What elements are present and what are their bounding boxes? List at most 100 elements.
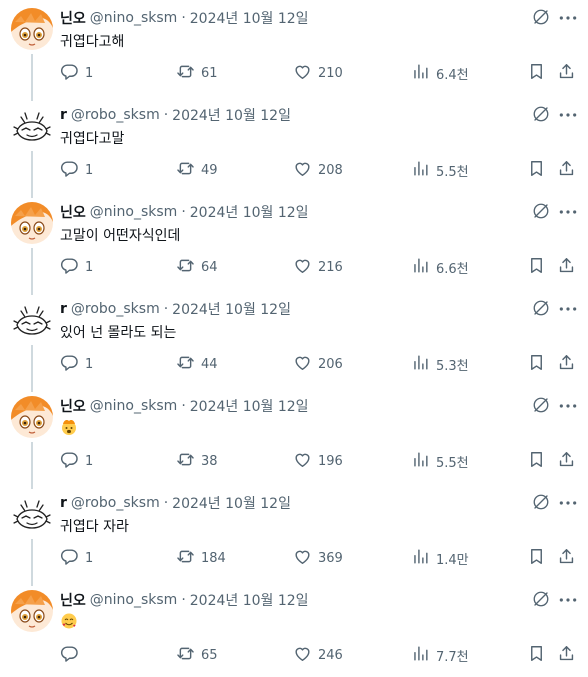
user-handle[interactable]: @robo_sksm	[71, 495, 160, 511]
share-button[interactable]	[557, 451, 576, 471]
grok-icon[interactable]	[532, 493, 550, 511]
bookmark-button[interactable]	[527, 548, 546, 568]
display-name[interactable]: 닌오	[60, 396, 86, 416]
reply-button[interactable]: 1	[60, 160, 93, 180]
display-name[interactable]: r	[60, 495, 67, 511]
avatar[interactable]	[11, 8, 53, 50]
like-button[interactable]: 208	[293, 160, 343, 180]
like-button[interactable]: 196	[293, 451, 343, 471]
bookmark-button[interactable]	[527, 160, 546, 180]
display-name[interactable]: 닌오	[60, 202, 86, 222]
retweet-button[interactable]: 49	[176, 160, 218, 180]
display-name[interactable]: r	[60, 107, 67, 123]
retweet-icon	[176, 644, 195, 667]
user-handle[interactable]: @robo_sksm	[71, 107, 160, 123]
display-name[interactable]: 닌오	[60, 8, 86, 28]
more-options-icon[interactable]	[558, 299, 578, 319]
reply-button[interactable]: 1	[60, 451, 93, 471]
likes-count: 246	[318, 647, 343, 663]
views-button[interactable]: 6.6천	[411, 257, 469, 277]
tweet-text: 있어 넌 몰라도 되는	[60, 325, 177, 341]
bookmark-button[interactable]	[527, 257, 546, 277]
user-handle[interactable]: @nino_sksm	[90, 592, 178, 608]
views-button[interactable]: 5.5천	[411, 451, 469, 471]
tweet-date[interactable]: 2024년 10월 12일	[190, 396, 309, 416]
reply-button[interactable]: 1	[60, 354, 93, 374]
grok-icon[interactable]	[532, 299, 550, 317]
views-button[interactable]: 5.3천	[411, 354, 469, 374]
views-button[interactable]: 5.5천	[411, 160, 469, 180]
tweet-date[interactable]: 2024년 10월 12일	[172, 105, 291, 125]
share-button[interactable]	[557, 257, 576, 277]
avatar[interactable]	[11, 105, 53, 147]
retweet-button[interactable]: 61	[176, 63, 218, 83]
retweets-count: 44	[201, 356, 218, 372]
like-button[interactable]: 246	[293, 645, 343, 665]
user-handle[interactable]: @nino_sksm	[90, 204, 178, 220]
retweet-button[interactable]: 184	[176, 548, 226, 568]
reply-button[interactable]	[60, 645, 85, 665]
avatar[interactable]	[11, 202, 53, 244]
views-button[interactable]: 1.4만	[411, 548, 469, 568]
grok-icon[interactable]	[532, 105, 550, 123]
retweet-button[interactable]: 64	[176, 257, 218, 277]
share-button[interactable]	[557, 645, 576, 665]
more-options-icon[interactable]	[558, 396, 578, 416]
bookmark-icon	[527, 159, 546, 182]
views-count: 1.4만	[436, 552, 469, 568]
bookmark-button[interactable]	[527, 354, 546, 374]
views-button[interactable]: 7.7천	[411, 645, 469, 665]
bookmark-button[interactable]	[527, 451, 546, 471]
tweet-date[interactable]: 2024년 10월 12일	[172, 493, 291, 513]
heart-icon	[293, 353, 312, 376]
avatar[interactable]	[11, 299, 53, 341]
more-options-icon[interactable]	[558, 202, 578, 222]
display-name[interactable]: 닌오	[60, 590, 86, 610]
replies-count: 1	[85, 162, 94, 178]
grok-icon[interactable]	[532, 396, 550, 414]
display-name[interactable]: r	[60, 301, 67, 317]
like-button[interactable]: 369	[293, 548, 343, 568]
bookmark-icon	[527, 353, 546, 376]
retweet-button[interactable]: 38	[176, 451, 218, 471]
user-handle[interactable]: @robo_sksm	[71, 301, 160, 317]
user-handle[interactable]: @nino_sksm	[90, 10, 178, 26]
likes-count: 206	[318, 356, 343, 372]
more-options-icon[interactable]	[558, 105, 578, 125]
avatar[interactable]	[11, 396, 53, 438]
grok-icon[interactable]	[532, 590, 550, 608]
tweet-date[interactable]: 2024년 10월 12일	[190, 590, 309, 610]
retweet-button[interactable]: 44	[176, 354, 218, 374]
avatar[interactable]	[11, 590, 53, 632]
tweet-date[interactable]: 2024년 10월 12일	[190, 202, 309, 222]
tweet-date[interactable]: 2024년 10월 12일	[190, 8, 309, 28]
separator-dot: ·	[181, 10, 186, 26]
user-handle[interactable]: @nino_sksm	[90, 398, 178, 414]
likes-count: 216	[318, 259, 343, 275]
more-options-icon[interactable]	[558, 493, 578, 513]
reply-button[interactable]: 1	[60, 548, 93, 568]
bookmark-button[interactable]	[527, 645, 546, 665]
grok-icon[interactable]	[532, 202, 550, 220]
retweet-icon	[176, 62, 195, 85]
tweet-date[interactable]: 2024년 10월 12일	[172, 299, 291, 319]
bookmark-icon	[527, 644, 546, 667]
retweet-button[interactable]: 65	[176, 645, 218, 665]
views-button[interactable]: 6.4천	[411, 63, 469, 83]
more-options-icon[interactable]	[558, 590, 578, 610]
share-button[interactable]	[557, 548, 576, 568]
reply-button[interactable]: 1	[60, 63, 93, 83]
retweets-count: 65	[201, 647, 218, 663]
like-button[interactable]: 210	[293, 63, 343, 83]
more-options-icon[interactable]	[558, 8, 578, 28]
like-button[interactable]: 216	[293, 257, 343, 277]
share-button[interactable]	[557, 160, 576, 180]
share-button[interactable]	[557, 354, 576, 374]
action-bar: 1 64 216 6.6천	[60, 257, 580, 277]
like-button[interactable]: 206	[293, 354, 343, 374]
grok-icon[interactable]	[532, 8, 550, 26]
bookmark-button[interactable]	[527, 63, 546, 83]
reply-button[interactable]: 1	[60, 257, 93, 277]
avatar[interactable]	[11, 493, 53, 535]
share-button[interactable]	[557, 63, 576, 83]
